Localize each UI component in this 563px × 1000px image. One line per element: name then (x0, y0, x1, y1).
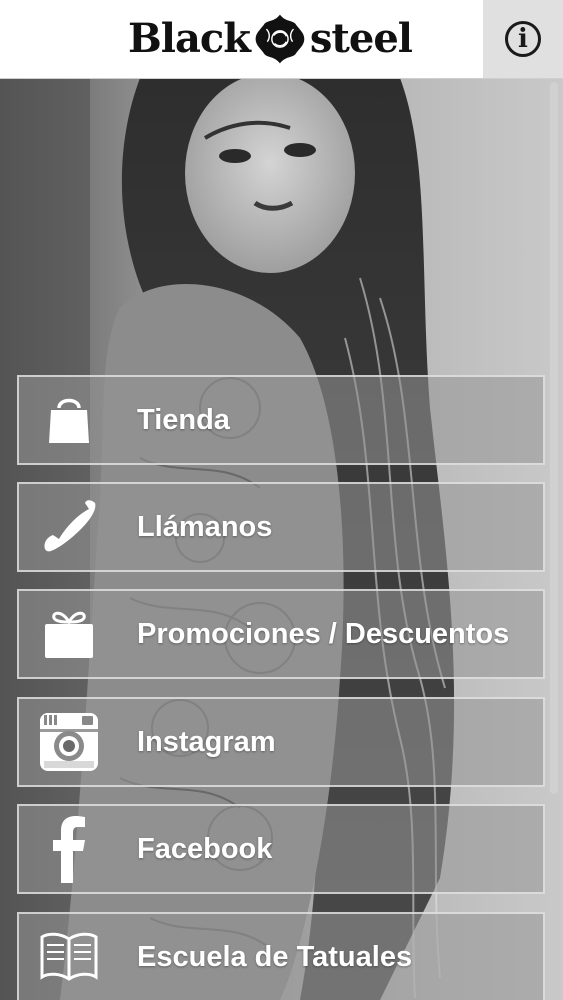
menu-item-label: Facebook (137, 832, 273, 865)
facebook-icon (19, 806, 119, 892)
gift-icon (19, 591, 119, 677)
menu-item-escuela[interactable]: Escuela de Tatuales (17, 912, 545, 1000)
logo-text-left: Black (128, 15, 251, 62)
menu-item-instagram[interactable]: Instagram (17, 697, 545, 787)
app-screen: Black steel i Tienda Llámanos Promocione… (0, 0, 563, 1000)
menu-item-facebook[interactable]: Facebook (17, 804, 545, 894)
menu-item-promociones[interactable]: Promociones / Descuentos (17, 589, 545, 679)
info-glyph: i (518, 24, 528, 54)
app-header: Black steel i (0, 0, 563, 79)
brand-logo: Black steel (128, 6, 413, 72)
menu-item-label: Tienda (137, 403, 230, 436)
logo-text-right: steel (309, 15, 413, 62)
shopping-bag-icon (19, 377, 119, 463)
book-icon (19, 914, 119, 1000)
rose-logo-icon (255, 14, 305, 64)
phone-icon (19, 484, 119, 570)
menu-item-label: Escuela de Tatuales (137, 940, 413, 973)
info-button[interactable]: i (483, 0, 563, 78)
menu-item-label: Instagram (137, 725, 276, 758)
main-menu: Tienda Llámanos Promociones / Descuentos (0, 0, 563, 1000)
menu-item-tienda[interactable]: Tienda (17, 375, 545, 465)
menu-item-llamanos[interactable]: Llámanos (17, 482, 545, 572)
vertical-scrollbar[interactable] (550, 82, 558, 794)
instagram-icon (19, 699, 119, 785)
menu-item-label: Promociones / Descuentos (137, 617, 510, 650)
menu-item-label: Llámanos (137, 510, 273, 543)
info-circle-icon: i (505, 21, 541, 57)
